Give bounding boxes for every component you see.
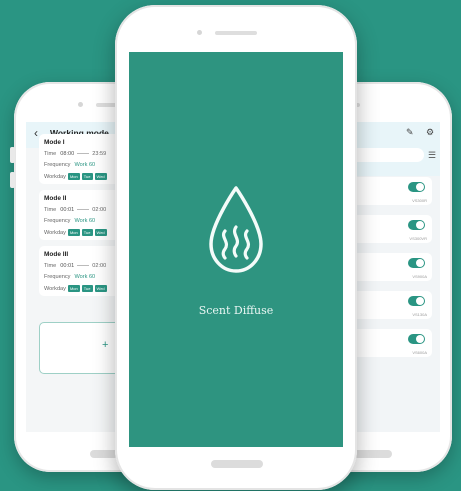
device-model: VS130A xyxy=(412,312,427,317)
time-separator xyxy=(77,209,90,211)
add-icon: + xyxy=(102,339,109,351)
frequency-label: Frequency xyxy=(44,218,71,224)
frequency-label: Frequency xyxy=(44,162,71,168)
frequency-value: Work 60 xyxy=(74,274,96,280)
device-toggle[interactable] xyxy=(408,296,425,306)
day-chip: Tue xyxy=(81,229,93,236)
frequency-value: Work 60 xyxy=(74,162,96,168)
device-model: VS900A xyxy=(412,274,427,279)
day-chip: Mon xyxy=(67,229,80,236)
water-drop-logo-icon xyxy=(209,186,263,273)
day-chip: Wed xyxy=(94,285,107,292)
home-indicator xyxy=(211,460,263,468)
time-separator xyxy=(77,153,90,155)
workday-label: Workday xyxy=(44,174,66,180)
day-chip: Tue xyxy=(81,173,93,180)
toggle-knob xyxy=(416,221,424,229)
frequency-value: Work 60 xyxy=(74,218,96,224)
frequency-row: Frequency Work 60 xyxy=(44,274,95,280)
device-toggle[interactable] xyxy=(408,334,425,344)
device-toggle[interactable] xyxy=(408,182,425,192)
workday-label: Workday xyxy=(44,230,66,236)
day-chip: Mon xyxy=(67,285,80,292)
phone-side-button xyxy=(10,172,15,188)
mode-name: Mode II xyxy=(44,195,67,202)
device-toggle[interactable] xyxy=(408,258,425,268)
end-time: 23:59 xyxy=(92,151,107,157)
phone-side-button xyxy=(10,147,15,163)
time-separator xyxy=(77,265,90,267)
device-model: VS300R xyxy=(412,198,427,203)
toggle-knob xyxy=(416,335,424,343)
speaker xyxy=(215,31,257,35)
time-label: Time xyxy=(44,207,57,213)
device-model: VS300VR xyxy=(409,236,427,241)
back-icon[interactable]: ‹ xyxy=(34,126,38,140)
device-model: VS600A xyxy=(412,350,427,355)
list-view-icon[interactable]: ☰ xyxy=(428,150,436,161)
mode-name: Mode III xyxy=(44,251,69,258)
toggle-knob xyxy=(416,297,424,305)
edit-icon[interactable]: ✎ xyxy=(406,127,414,138)
day-chip: Tue xyxy=(81,285,93,292)
time-label: Time xyxy=(44,263,57,269)
toggle-knob xyxy=(416,259,424,267)
device-toggle[interactable] xyxy=(408,220,425,230)
frequency-row: Frequency Work 60 xyxy=(44,218,95,224)
time-label: Time xyxy=(44,151,57,157)
day-chip: Wed xyxy=(94,173,107,180)
start-time: 08:00 xyxy=(60,151,75,157)
time-row: Time 08:00 23:59 xyxy=(44,151,106,157)
brand-name: Scent Diffuse xyxy=(198,304,274,317)
splash-screen: Scent Diffuse xyxy=(129,52,343,447)
toggle-knob xyxy=(416,183,424,191)
day-chip: Mon xyxy=(67,173,80,180)
day-chip: Wed xyxy=(94,229,107,236)
start-time: 00:01 xyxy=(60,207,75,213)
time-row: Time 00:01 02:00 xyxy=(44,263,106,269)
camera-dot xyxy=(197,30,202,35)
workday-row: Workday Mon Tue Wed xyxy=(44,173,107,180)
frequency-label: Frequency xyxy=(44,274,71,280)
end-time: 02:00 xyxy=(92,207,107,213)
time-row: Time 00:01 02:00 xyxy=(44,207,106,213)
workday-row: Workday Mon Tue Wed xyxy=(44,229,107,236)
frequency-row: Frequency Work 60 xyxy=(44,162,95,168)
end-time: 02:00 xyxy=(92,263,107,269)
center-phone: Scent Diffuse xyxy=(115,5,357,490)
mode-name: Mode I xyxy=(44,139,65,146)
settings-icon[interactable]: ⚙ xyxy=(426,127,434,138)
workday-label: Workday xyxy=(44,286,66,292)
workday-row: Workday Mon Tue Wed xyxy=(44,285,107,292)
camera-dot xyxy=(78,102,83,107)
start-time: 00:01 xyxy=(60,263,75,269)
